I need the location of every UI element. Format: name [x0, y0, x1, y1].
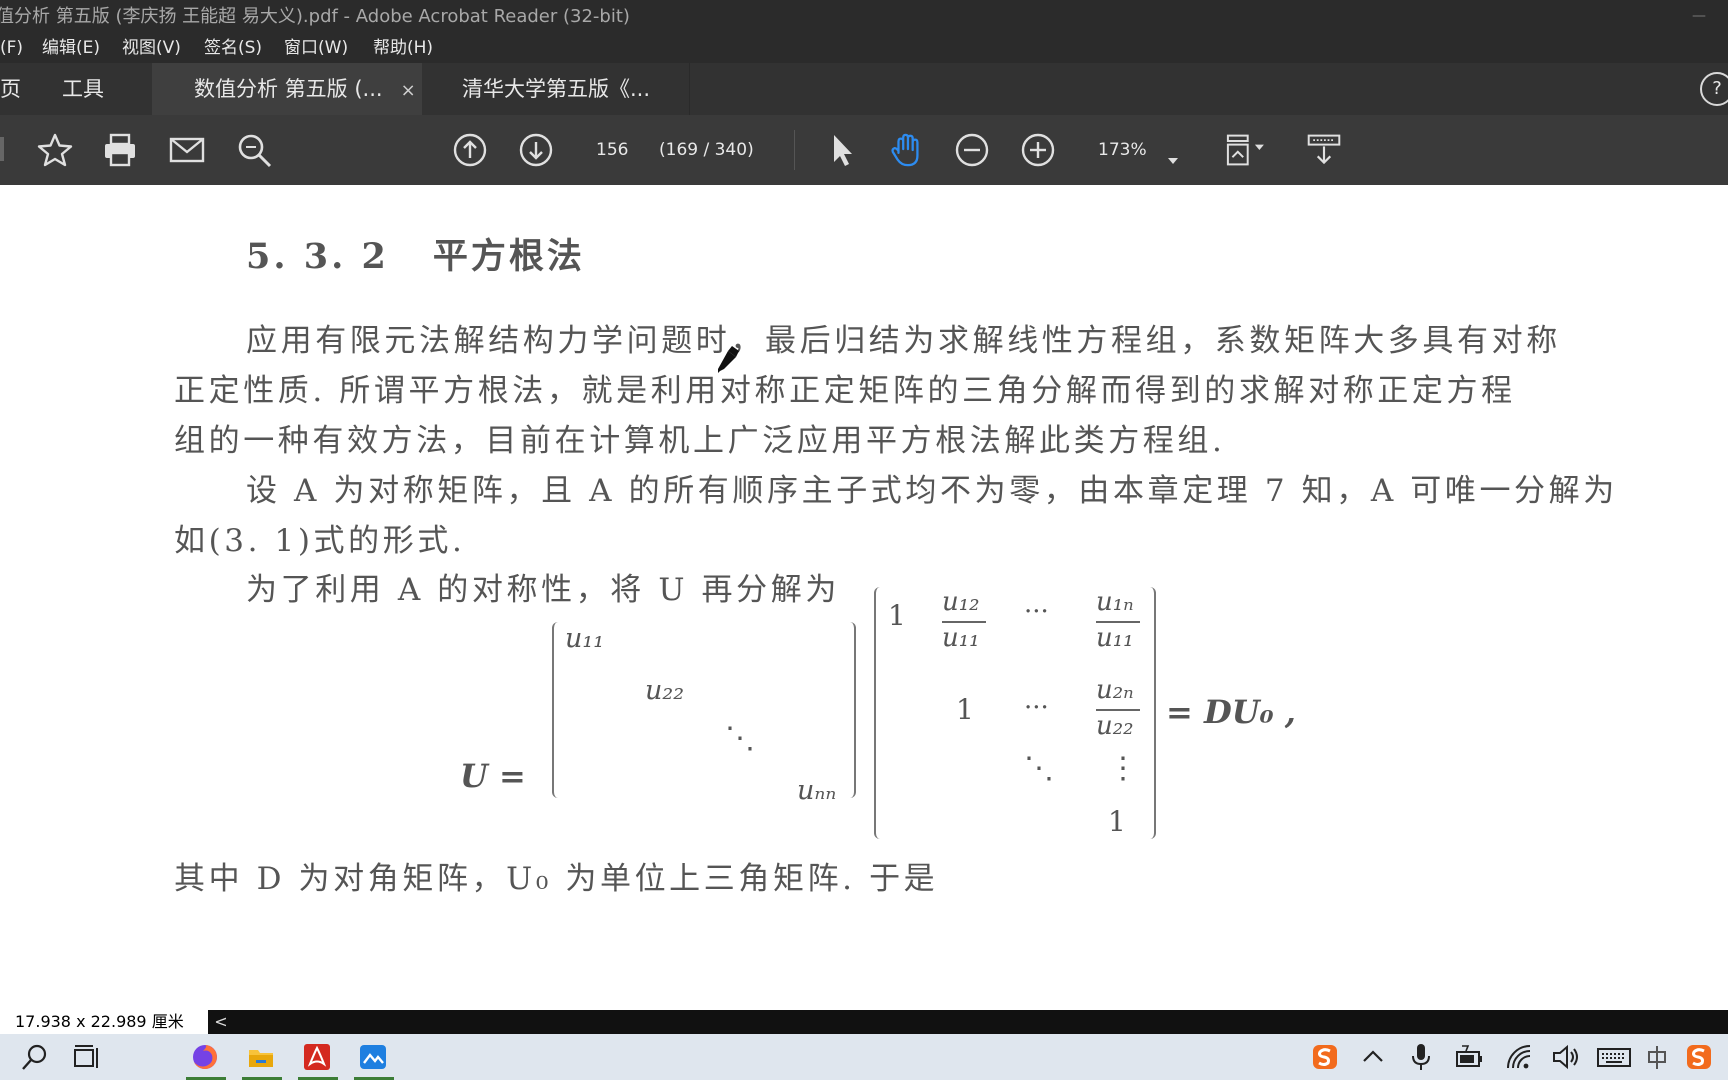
paragraph-2-line-2: 如(3. 1)式的形式.: [174, 523, 466, 559]
help-icon[interactable]: ?: [1700, 72, 1728, 106]
acrobat-reader-icon[interactable]: [302, 1042, 332, 1072]
toolbar-divider: [794, 130, 795, 170]
paragraph-1-line-3: 组的一种有效方法，目前在计算机上广泛应用平方根法解此类方程组.: [174, 423, 1226, 459]
section-heading: 5. 3. 2 平方根法: [246, 228, 585, 279]
paragraph-1-line-2: 正定性质. 所谓平方根法，就是利用对称正定矩阵的三角分解而得到的求解对称正定方程: [174, 373, 1516, 409]
bookmark-star-icon[interactable]: [36, 132, 74, 168]
status-bar: 17.938 x 22.989 厘米 <: [0, 1010, 1728, 1034]
search-icon[interactable]: [20, 1042, 50, 1072]
read-mode-icon[interactable]: [1304, 132, 1344, 168]
menu-sign[interactable]: 签名(S): [204, 33, 262, 63]
window-title: 值分析 第五版 (李庆扬 王能超 易大义).pdf - Adobe Acroba…: [0, 6, 630, 27]
sogou-input-icon[interactable]: [1310, 1042, 1340, 1072]
previous-page-icon[interactable]: [452, 132, 488, 168]
search-icon[interactable]: [236, 132, 274, 168]
paragraph-1-line-1: 应用有限元法解结构力学问题时，最后归结为求解线性方程组，系数矩阵大多具有对称: [246, 323, 1561, 359]
toolbar: 156 (169 / 340) 173%: [0, 115, 1728, 185]
horizontal-dots-1: ···: [1024, 597, 1049, 627]
document-page: 5. 3. 2 平方根法 应用有限元法解结构力学问题时，最后归结为求解线性方程组，…: [0, 185, 1728, 1010]
menu-edit[interactable]: 编辑(E): [42, 33, 100, 63]
paragraph-2-line-1: 设 A 为对称矩阵，且 A 的所有顺序主子式均不为零，由本章定理 7 知，A 可…: [246, 473, 1618, 509]
taskbar: [0, 1034, 1728, 1080]
fraction-u12-numerator: u₁₂: [942, 587, 980, 617]
select-arrow-icon[interactable]: [828, 132, 856, 168]
collapse-panel-button[interactable]: <: [210, 1010, 232, 1034]
file-explorer-icon[interactable]: [246, 1042, 276, 1072]
unit-matrix-one-2: 1: [956, 693, 974, 726]
matrix-entry-u22: u₂₂: [645, 675, 685, 706]
pen-cursor-icon: [718, 346, 739, 373]
cut-off-top-text: [690, 185, 870, 191]
menu-view[interactable]: 视图(V): [122, 33, 181, 63]
page-fit-icon[interactable]: [1222, 132, 1268, 168]
matrix-entry-u11: u₁₁: [565, 623, 605, 654]
tab-home[interactable]: 页: [0, 63, 21, 115]
tab-document-2[interactable]: 清华大学第五版《...: [422, 63, 690, 115]
zoom-level[interactable]: 173%: [1098, 115, 1147, 185]
paragraph-4-line-1: 其中 D 为对角矩阵，U₀ 为单位上三角矩阵. 于是: [174, 861, 939, 897]
equation-lhs: U =: [460, 757, 526, 795]
page-number-input[interactable]: 156: [596, 115, 628, 185]
chevron-up-icon[interactable]: [1358, 1042, 1388, 1072]
zoom-in-icon[interactable]: [1020, 132, 1056, 168]
ime-chinese-icon[interactable]: [1642, 1042, 1672, 1072]
minimize-icon[interactable]: —: [1692, 0, 1706, 33]
matrix-diagonal-dots-2: ⋱: [1024, 751, 1054, 786]
menu-help[interactable]: 帮助(H): [373, 33, 433, 63]
email-icon[interactable]: [168, 132, 206, 168]
menu-file[interactable]: (F): [0, 33, 23, 63]
keyboard-icon[interactable]: [1596, 1042, 1632, 1072]
volume-icon[interactable]: [1550, 1042, 1580, 1072]
sogou-tray-icon[interactable]: [1684, 1042, 1714, 1072]
fraction-u11-denominator-2: u₁₁: [1096, 623, 1134, 653]
equation-rhs: = DU₀ ,: [1166, 693, 1296, 731]
photos-app-icon[interactable]: [358, 1042, 388, 1072]
tab-tools[interactable]: 工具: [62, 63, 104, 115]
left-panel-edge[interactable]: [0, 137, 4, 161]
microphone-icon[interactable]: [1406, 1042, 1436, 1072]
print-icon[interactable]: [102, 132, 138, 168]
close-icon[interactable]: ×: [401, 80, 416, 101]
tab-bar: 页 工具 数值分析 第五版 (... × 清华大学第五版《... ?: [0, 63, 1728, 115]
wifi-icon[interactable]: [1504, 1042, 1534, 1072]
fraction-u11-denominator: u₁₁: [942, 623, 980, 653]
matrix-entry-unn: uₙₙ: [797, 775, 837, 806]
tab-document-1[interactable]: 数值分析 第五版 (... ×: [152, 63, 422, 115]
vertical-dots: ⋮: [1108, 751, 1138, 786]
fraction-u1n-numerator: u₁ₙ: [1096, 587, 1134, 617]
zoom-out-icon[interactable]: [954, 132, 990, 168]
firefox-icon[interactable]: [190, 1042, 220, 1072]
unit-matrix-one-3: 1: [1108, 805, 1126, 838]
zoom-dropdown-icon[interactable]: [1166, 143, 1180, 179]
next-page-icon[interactable]: [518, 132, 554, 168]
section-title: 平方根法: [432, 236, 585, 277]
fraction-u2n-numerator: u₂ₙ: [1096, 675, 1134, 705]
battery-icon[interactable]: [1454, 1042, 1484, 1072]
matrix-diagonal-dots: ⋱: [725, 721, 755, 756]
unit-matrix-one-1: 1: [888, 599, 906, 632]
hand-tool-icon[interactable]: [888, 132, 926, 168]
menu-bar: (F) 编辑(E) 视图(V) 签名(S) 窗口(W) 帮助(H): [0, 33, 1728, 63]
page-count: (169 / 340): [659, 140, 754, 160]
horizontal-dots-2: ···: [1024, 693, 1049, 723]
task-view-icon[interactable]: [72, 1042, 102, 1072]
title-bar: 值分析 第五版 (李庆扬 王能超 易大义).pdf - Adobe Acroba…: [0, 0, 1728, 33]
menu-window[interactable]: 窗口(W): [284, 33, 348, 63]
fraction-u22-denominator: u₂₂: [1096, 711, 1134, 741]
section-number: 5. 3. 2: [246, 236, 389, 277]
paragraph-3-line-1: 为了利用 A 的对称性，将 U 再分解为: [246, 572, 840, 608]
tab-document-1-label: 数值分析 第五版 (...: [194, 77, 383, 101]
page-dimensions: 17.938 x 22.989 厘米: [0, 1010, 208, 1034]
